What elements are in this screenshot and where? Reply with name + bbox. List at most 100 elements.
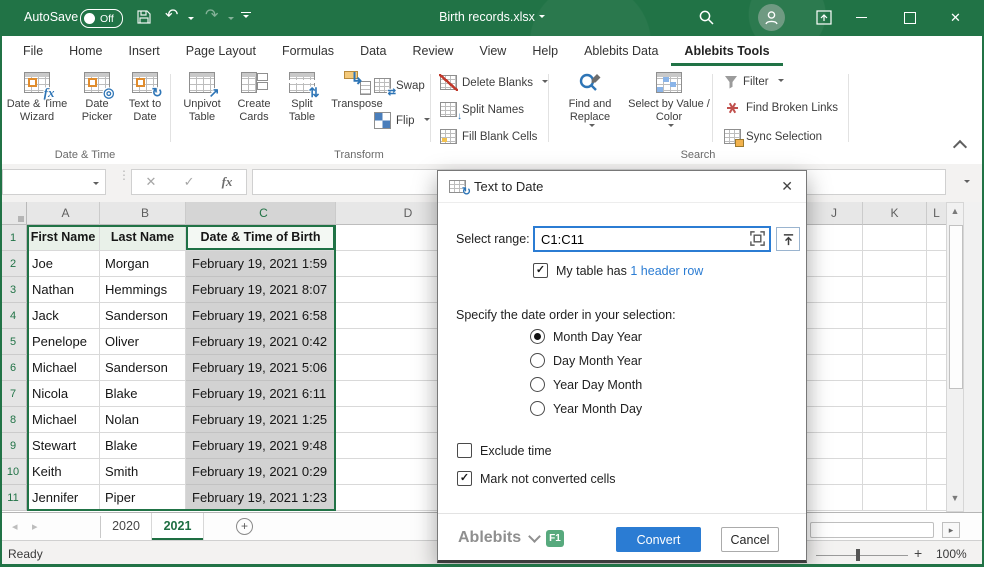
scroll-down-icon[interactable]: ▼ xyxy=(947,490,963,506)
row-number[interactable]: 7 xyxy=(0,381,27,407)
column-header-b[interactable]: B xyxy=(100,202,186,225)
cell-c1-selected[interactable]: Date & Time of Birth xyxy=(186,225,336,251)
cell-empty[interactable] xyxy=(805,407,863,433)
select-range-input[interactable] xyxy=(535,228,769,250)
radio-year-month-day[interactable]: Year Month Day xyxy=(530,401,642,416)
cell-first-name[interactable]: Penelope xyxy=(27,329,100,355)
find-broken-links-button[interactable]: Find Broken Links xyxy=(724,102,838,114)
cell-date[interactable]: February 19, 2021 5:06 xyxy=(186,355,336,381)
mark-not-converted-checkbox[interactable]: ✓ xyxy=(457,471,472,486)
cell-b1[interactable]: Last Name xyxy=(100,225,186,251)
insert-function-icon[interactable]: fx xyxy=(222,174,233,190)
tab-help[interactable]: Help xyxy=(519,36,571,66)
convert-button[interactable]: Convert xyxy=(616,527,701,552)
cell-empty[interactable] xyxy=(927,225,946,251)
cell-empty[interactable] xyxy=(927,355,946,381)
cell-last-name[interactable]: Blake xyxy=(100,381,186,407)
cell-empty[interactable] xyxy=(927,303,946,329)
split-table-button[interactable]: ⇅ Split Table xyxy=(280,71,324,124)
exclude-time-row[interactable]: Exclude time xyxy=(457,443,552,458)
ablebits-menu[interactable]: Ablebits xyxy=(458,529,541,547)
cell-empty[interactable] xyxy=(863,251,927,277)
tab-ablebits-data[interactable]: Ablebits Data xyxy=(571,36,671,66)
vertical-scroll-thumb[interactable] xyxy=(949,225,963,389)
column-header-j[interactable]: J xyxy=(805,202,863,225)
radio-year-day-month[interactable]: Year Day Month xyxy=(530,377,642,392)
cell-last-name[interactable]: Hemmings xyxy=(100,277,186,303)
cell-empty[interactable] xyxy=(927,459,946,485)
cell-empty[interactable] xyxy=(863,277,927,303)
cell-last-name[interactable]: Smith xyxy=(100,459,186,485)
cell-last-name[interactable]: Sanderson xyxy=(100,303,186,329)
tab-file[interactable]: File xyxy=(10,36,56,66)
cell-first-name[interactable]: Jack xyxy=(27,303,100,329)
cell-date[interactable]: February 19, 2021 6:11 xyxy=(186,381,336,407)
row-number[interactable]: 8 xyxy=(0,407,27,433)
cell-empty[interactable] xyxy=(863,381,927,407)
cell-empty[interactable] xyxy=(863,485,927,511)
search-icon[interactable] xyxy=(698,9,715,29)
tab-page-layout[interactable]: Page Layout xyxy=(173,36,269,66)
cell-empty[interactable] xyxy=(805,303,863,329)
cell-date[interactable]: February 19, 2021 9:48 xyxy=(186,433,336,459)
mark-not-converted-row[interactable]: ✓ Mark not converted cells xyxy=(457,471,615,486)
cell-date[interactable]: February 19, 2021 1:59 xyxy=(186,251,336,277)
select-all-corner[interactable] xyxy=(0,202,27,225)
row-number[interactable]: 3 xyxy=(0,277,27,303)
cell-date[interactable]: February 19, 2021 6:58 xyxy=(186,303,336,329)
header-row-checkbox-row[interactable]: ✓ My table has 1 header row xyxy=(533,263,703,278)
tab-data[interactable]: Data xyxy=(347,36,399,66)
sheet-tab-2021[interactable]: 2021 xyxy=(152,513,204,540)
vertical-scrollbar[interactable]: ▲ ▼ xyxy=(946,202,964,512)
cell-first-name[interactable]: Nicola xyxy=(27,381,100,407)
cell-empty[interactable] xyxy=(927,433,946,459)
enter-entry-icon[interactable]: ✓ xyxy=(184,174,195,190)
zoom-level[interactable]: 100% xyxy=(936,547,967,561)
cell-empty[interactable] xyxy=(805,355,863,381)
sheet-nav-left-icon[interactable]: ◂ xyxy=(12,520,18,533)
fill-blank-cells-button[interactable]: Fill Blank Cells xyxy=(440,129,537,144)
cell-empty[interactable] xyxy=(863,225,927,251)
cell-first-name[interactable]: Jennifer xyxy=(27,485,100,511)
cell-empty[interactable] xyxy=(863,433,927,459)
resize-dots-icon[interactable]: ⋮ xyxy=(118,169,130,181)
cell-empty[interactable] xyxy=(927,251,946,277)
cell-empty[interactable] xyxy=(927,485,946,511)
cell-first-name[interactable]: Keith xyxy=(27,459,100,485)
cell-empty[interactable] xyxy=(927,381,946,407)
collapse-dialog-button[interactable] xyxy=(776,227,800,251)
header-row-checkbox[interactable]: ✓ xyxy=(533,263,548,278)
dialog-title-bar[interactable]: ↻ Text to Date ✕ xyxy=(438,171,806,203)
cell-empty[interactable] xyxy=(927,329,946,355)
expand-formula-bar-icon[interactable] xyxy=(964,180,970,186)
cell-date[interactable]: February 19, 2021 0:29 xyxy=(186,459,336,485)
dialog-close-icon[interactable]: ✕ xyxy=(781,178,793,195)
cell-date[interactable]: February 19, 2021 0:42 xyxy=(186,329,336,355)
exclude-time-checkbox[interactable] xyxy=(457,443,472,458)
radio-month-day-year[interactable]: Month Day Year xyxy=(530,329,642,344)
cell-empty[interactable] xyxy=(805,251,863,277)
tab-view[interactable]: View xyxy=(466,36,519,66)
select-range-field[interactable] xyxy=(533,226,771,252)
header-row-count-link[interactable]: 1 header row xyxy=(630,264,703,278)
cell-first-name[interactable]: Stewart xyxy=(27,433,100,459)
zoom-slider-thumb[interactable] xyxy=(856,549,860,561)
cell-empty[interactable] xyxy=(805,381,863,407)
pick-range-icon[interactable] xyxy=(749,230,766,247)
row-number[interactable]: 1 xyxy=(0,225,27,251)
cell-date[interactable]: February 19, 2021 8:07 xyxy=(186,277,336,303)
date-time-wizard-button[interactable]: fx Date & Time Wizard xyxy=(4,71,70,124)
scroll-right-icon[interactable]: ▸ xyxy=(942,522,960,538)
cell-empty[interactable] xyxy=(805,329,863,355)
tab-home[interactable]: Home xyxy=(56,36,115,66)
cell-last-name[interactable]: Sanderson xyxy=(100,355,186,381)
zoom-slider-track[interactable] xyxy=(816,555,908,556)
horizontal-scroll-thumb[interactable] xyxy=(810,522,934,538)
ribbon-display-options-icon[interactable] xyxy=(816,10,832,28)
find-and-replace-button[interactable]: Find and Replace xyxy=(556,71,624,130)
cell-first-name[interactable]: Joe xyxy=(27,251,100,277)
cell-last-name[interactable]: Oliver xyxy=(100,329,186,355)
swap-button[interactable]: ⇄ Swap xyxy=(374,78,425,98)
flip-button[interactable]: Flip xyxy=(374,112,430,129)
cell-date[interactable]: February 19, 2021 1:23 xyxy=(186,485,336,511)
